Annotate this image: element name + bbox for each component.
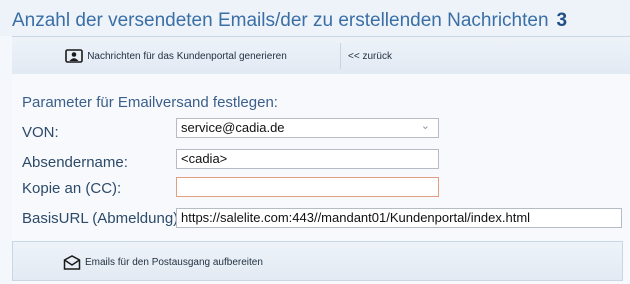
prepare-emails-button[interactable]: Emails für den Postausgang aufbereiten — [63, 250, 263, 274]
base-url-field[interactable]: https://salelite.com:443//mandant01/Kund… — [176, 208, 622, 228]
cc-field[interactable] — [176, 177, 439, 197]
chevron-down-icon[interactable]: ⌄ — [421, 119, 430, 132]
page-title: Anzahl der versendeten Emails/der zu ers… — [12, 10, 567, 32]
toolbar: Nachrichten für das Kundenportal generie… — [12, 36, 630, 76]
cc-label: Kopie an (CC): — [22, 180, 122, 197]
back-button[interactable]: << zurück — [340, 37, 400, 75]
from-value: service@cadia.de — [181, 120, 285, 135]
sender-name-label: Absendername: — [22, 154, 128, 171]
message-count: 3 — [556, 10, 568, 31]
generate-messages-label: Nachrichten für das Kundenportal generie… — [87, 50, 287, 62]
bottom-action-bar: Emails für den Postausgang aufbereiten — [12, 241, 623, 281]
generate-messages-button[interactable]: Nachrichten für das Kundenportal generie… — [12, 37, 340, 75]
from-label: VON: — [22, 124, 59, 141]
sender-name-field[interactable]: <cadia> — [176, 149, 439, 169]
base-url-label: BasisURL (Abmeldung): — [22, 210, 183, 227]
prepare-emails-label: Emails für den Postausgang aufbereiten — [85, 256, 263, 268]
contact-card-icon — [65, 49, 84, 63]
envelope-icon — [63, 254, 81, 270]
page-title-text: Anzahl der versendeten Emails/der zu ers… — [12, 10, 549, 31]
form-heading: Parameter für Emailversand festlegen: — [22, 94, 278, 111]
title-bar: Anzahl der versendeten Emails/der zu ers… — [0, 0, 630, 36]
from-select[interactable]: service@cadia.de ⌄ — [176, 118, 439, 138]
